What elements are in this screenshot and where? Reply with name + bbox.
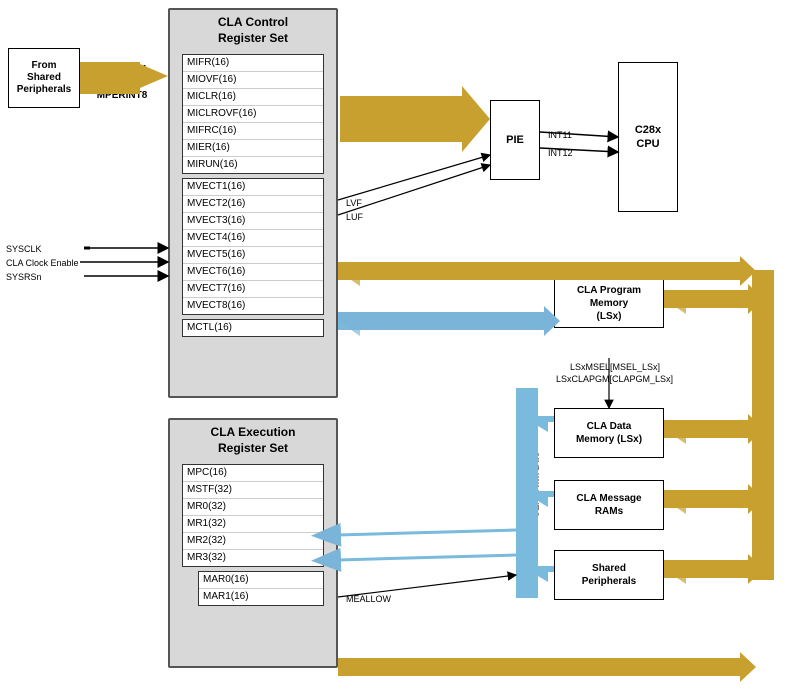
box-cla-message-rams: CLA MessageRAMs <box>554 480 664 530</box>
cla-exec-to-bus2 <box>338 555 516 560</box>
cla-msg-label: CLA MessageRAMs <box>576 492 641 518</box>
shared-periph-r-label: SharedPeripherals <box>582 562 636 588</box>
reg-mpc: MPC(16) <box>183 465 323 482</box>
reg-mar1: MAR1(16) <box>199 589 323 605</box>
shared-periph-cpu-arrow <box>664 554 764 584</box>
reg-mier: MIER(16) <box>183 140 323 157</box>
diagram: FromSharedPeripherals CLA ControlRegiste… <box>0 0 787 691</box>
sysclk-label: SYSCLK <box>6 244 42 255</box>
cla-msg-cpu-back <box>664 490 686 514</box>
mperint-label: MPERINT1toMPERINT8 <box>82 62 162 102</box>
reg-mvect3: MVECT3(16) <box>183 213 323 230</box>
cla-data-mem-cpu-back <box>664 420 686 444</box>
cpu-read-bus-label: CPU Read Data Bus <box>350 665 435 676</box>
reg-group-mar: MAR0(16) MAR1(16) <box>198 571 324 606</box>
cla-prog-mem-cpu-arrow <box>664 284 764 314</box>
cla-control-title: CLA ControlRegister Set <box>170 10 336 50</box>
reg-mvect1: MVECT1(16) <box>183 179 323 196</box>
sysrsn-label: SYSRSn <box>6 272 42 283</box>
box-cla-program-memory: CLA ProgramMemory(LSx) <box>554 278 664 328</box>
cpu-label: C28xCPU <box>635 123 661 152</box>
cla-data-mem-cpu-arrow <box>664 414 764 444</box>
reg-mirun: MIRUN(16) <box>183 157 323 173</box>
meallow-label: MEALLOW <box>346 594 391 605</box>
reg-mr1: MR1(32) <box>183 516 323 533</box>
lsxmsel-label: LSxMSEL[MSEL_LSx] <box>570 362 660 373</box>
box-pie: PIE <box>490 100 540 180</box>
reg-mstf: MSTF(32) <box>183 482 323 499</box>
reg-mctl: MCTL(16) <box>183 320 323 336</box>
reg-mifr: MIFR(16) <box>183 55 323 72</box>
cla-exec-to-bus <box>338 530 516 535</box>
cla-msg-cpu-arrow <box>664 484 764 514</box>
reg-group-3: MCTL(16) <box>182 319 324 337</box>
cla-program-bus-label: CLA Program Bus <box>370 320 447 331</box>
box-shared-peripherals: FromSharedPeripherals <box>8 48 80 108</box>
reg-mvect4: MVECT4(16) <box>183 230 323 247</box>
reg-miovf: MIOVF(16) <box>183 72 323 89</box>
luf-label: LUF <box>346 212 363 223</box>
reg-mvect8: MVECT8(16) <box>183 298 323 314</box>
reg-mr0: MR0(32) <box>183 499 323 516</box>
lvf-label: LVF <box>346 198 362 209</box>
reg-mr2: MR2(32) <box>183 533 323 550</box>
reg-group-1: MIFR(16) MIOVF(16) MICLR(16) MICLROVF(16… <box>182 54 324 174</box>
box-cla-control: CLA ControlRegister Set MIFR(16) MIOVF(1… <box>168 8 338 398</box>
shared-peripherals-label: FromSharedPeripherals <box>17 60 71 96</box>
reg-mvect7: MVECT7(16) <box>183 281 323 298</box>
cla-prog-mem-cpu-back <box>664 290 686 314</box>
cla-prog-bus-back <box>338 312 360 336</box>
cpu-data-bus-label: CPU Data Bus <box>757 280 785 580</box>
int11-label: INT11 <box>548 130 572 141</box>
cla-exec-title: CLA ExecutionRegister Set <box>170 420 336 460</box>
reg-mvect2: MVECT2(16) <box>183 196 323 213</box>
reg-miclrovf: MICLROVF(16) <box>183 106 323 123</box>
reg-miclr: MICLR(16) <box>183 89 323 106</box>
box-cla-exec: CLA ExecutionRegister Set MPC(16) MSTF(3… <box>168 418 338 668</box>
reg-mar0: MAR0(16) <box>199 572 323 589</box>
reg-group-2: MVECT1(16) MVECT2(16) MVECT3(16) MVECT4(… <box>182 178 324 315</box>
shared-periph-cpu-back <box>664 560 686 584</box>
lsxclapgm-label: LSxCLAPGM[CLAPGM_LSx] <box>556 374 673 385</box>
box-cpu: C28xCPU <box>618 62 678 212</box>
cla-prog-mem-label: CLA ProgramMemory(LSx) <box>577 284 641 323</box>
cla-int-label: CLA_INT1toCLA_INT8 <box>368 92 478 142</box>
box-cla-data-memory: CLA DataMemory (LSx) <box>554 408 664 458</box>
cpu-rw-bus-label: CPU Read/Write Data Bus <box>350 264 460 275</box>
reg-mifrc: MIFRC(16) <box>183 123 323 140</box>
lvf-line <box>338 155 490 200</box>
pie-label: PIE <box>506 134 524 146</box>
reg-mr3: MR3(32) <box>183 550 323 566</box>
cla-data-mem-label: CLA DataMemory (LSx) <box>576 420 642 446</box>
box-shared-peripherals-right: SharedPeripherals <box>554 550 664 600</box>
reg-group-exec: MPC(16) MSTF(32) MR0(32) MR1(32) MR2(32)… <box>182 464 324 567</box>
reg-mvect5: MVECT5(16) <box>183 247 323 264</box>
int12-label: INT12 <box>548 148 573 159</box>
reg-mvect6: MVECT6(16) <box>183 264 323 281</box>
cla-data-bus-label: CLA Data Bus <box>524 385 548 585</box>
cla-clock-enable-label: CLA Clock Enable <box>6 258 79 269</box>
cla-int-arrow <box>340 86 490 152</box>
